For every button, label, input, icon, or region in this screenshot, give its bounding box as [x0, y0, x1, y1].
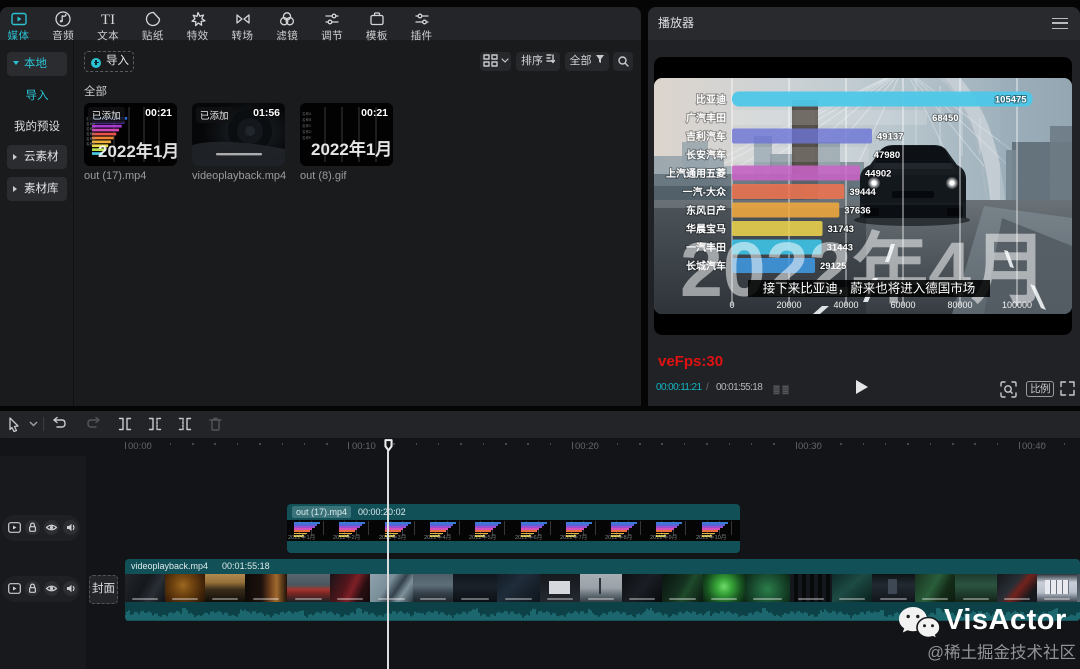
svg-text:2022年1月: 2022年1月 — [311, 139, 392, 159]
svg-text:49137: 49137 — [877, 132, 903, 143]
svg-text:0: 0 — [729, 300, 734, 310]
svg-text:名称D: 名称D — [302, 129, 312, 134]
svg-text:名称C: 名称C — [302, 123, 312, 128]
svg-text:105475: 105475 — [995, 95, 1027, 106]
svg-text:80000: 80000 — [947, 300, 972, 310]
svg-text:名称A: 名称A — [302, 111, 312, 116]
svg-text:吉利汽车: 吉利汽车 — [686, 130, 726, 143]
svg-text:上汽通用五菱: 上汽通用五菱 — [666, 167, 726, 180]
svg-text:比亚迪: 比亚迪 — [696, 93, 726, 106]
svg-text:东风日产: 东风日产 — [686, 204, 726, 217]
svg-text:名称B: 名称B — [302, 117, 312, 122]
svg-text:长安汽车: 长安汽车 — [686, 148, 726, 161]
svg-text:100000: 100000 — [1002, 300, 1032, 310]
svg-text:60000: 60000 — [890, 300, 915, 310]
svg-text:44902: 44902 — [865, 169, 891, 180]
svg-text:接下来比亚迪，蔚来也将进入德国市场: 接下来比亚迪，蔚来也将进入德国市场 — [763, 281, 976, 296]
svg-text:39444: 39444 — [849, 187, 876, 198]
svg-text:一汽-大众: 一汽-大众 — [683, 185, 727, 198]
svg-text:名称C: 名称C — [86, 126, 96, 131]
svg-text:40000: 40000 — [833, 300, 858, 310]
svg-text:名称D: 名称D — [86, 131, 96, 136]
svg-text:47980: 47980 — [874, 150, 900, 161]
svg-text:68450: 68450 — [932, 113, 958, 124]
svg-text:TI: TI — [101, 12, 115, 28]
svg-text:广汽丰田: 广汽丰田 — [686, 111, 726, 124]
svg-text:名称E: 名称E — [86, 136, 96, 141]
svg-text:2022年1月: 2022年1月 — [98, 141, 177, 161]
svg-text:2022年4月: 2022年4月 — [680, 227, 1048, 313]
svg-text:20000: 20000 — [776, 300, 801, 310]
svg-text:名称F: 名称F — [86, 141, 95, 146]
svg-text:37636: 37636 — [844, 206, 870, 217]
